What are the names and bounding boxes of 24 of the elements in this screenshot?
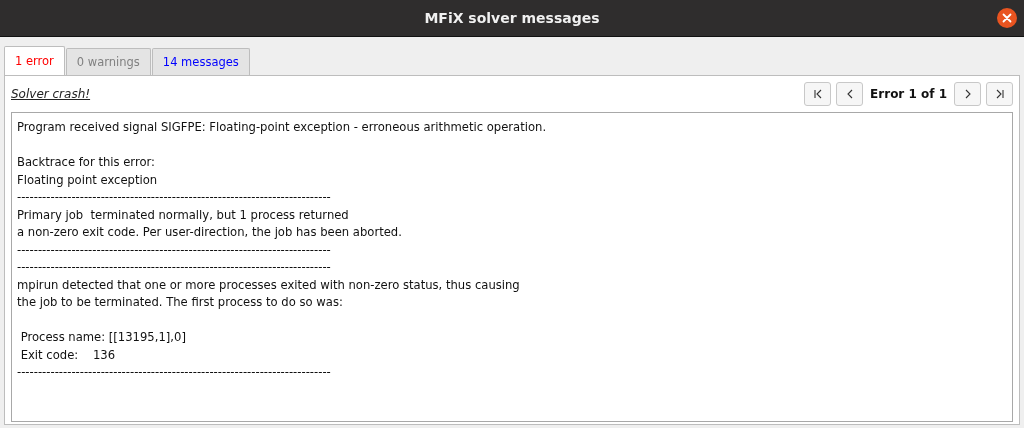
separator-line: --------------------------------------------------------------------------- bbox=[17, 259, 332, 276]
message-line: the job to be terminated. The first process to do so was: bbox=[17, 294, 344, 311]
tab[interactable]: 14 messages bbox=[151, 48, 250, 75]
last-button[interactable] bbox=[986, 82, 1013, 106]
tab[interactable]: 1 error bbox=[4, 46, 65, 75]
message-line: Process name: [[13195,1],0] bbox=[19, 329, 187, 346]
close-icon[interactable] bbox=[997, 8, 1017, 28]
separator-line: --------------------------------------------------------------------------- bbox=[17, 189, 332, 206]
crash-title: Solver crash! bbox=[11, 87, 91, 101]
separator-line: --------------------------------------------------------------------------- bbox=[17, 364, 332, 381]
tab[interactable]: 0 warnings bbox=[65, 48, 151, 75]
error-counter: Error 1 of 1 bbox=[870, 87, 947, 101]
message-line: Backtrace for this error: bbox=[17, 154, 156, 171]
first-button[interactable] bbox=[804, 82, 832, 106]
message-line: Program received signal SIGFPE: Floating-point exception - erroneous arithmetic operation. bbox=[17, 119, 548, 136]
next-button[interactable] bbox=[954, 82, 981, 106]
previous-button[interactable] bbox=[836, 82, 864, 106]
separator-line: --------------------------------------------------------------------------- bbox=[17, 241, 332, 259]
message-line: Exit code: 136 bbox=[19, 346, 117, 364]
message-line: a non-zero exit code. Per user-direction, the job has been aborted. bbox=[17, 224, 403, 241]
message-line: mpirun detected that one or more processes exited with non-zero status, thus causing bbox=[17, 276, 521, 294]
message-line: Floating point exception bbox=[17, 171, 159, 189]
message-line: Primary job terminated normally, but 1 process returned bbox=[17, 206, 350, 224]
window-title: MFiX solver messages bbox=[424, 10, 600, 26]
